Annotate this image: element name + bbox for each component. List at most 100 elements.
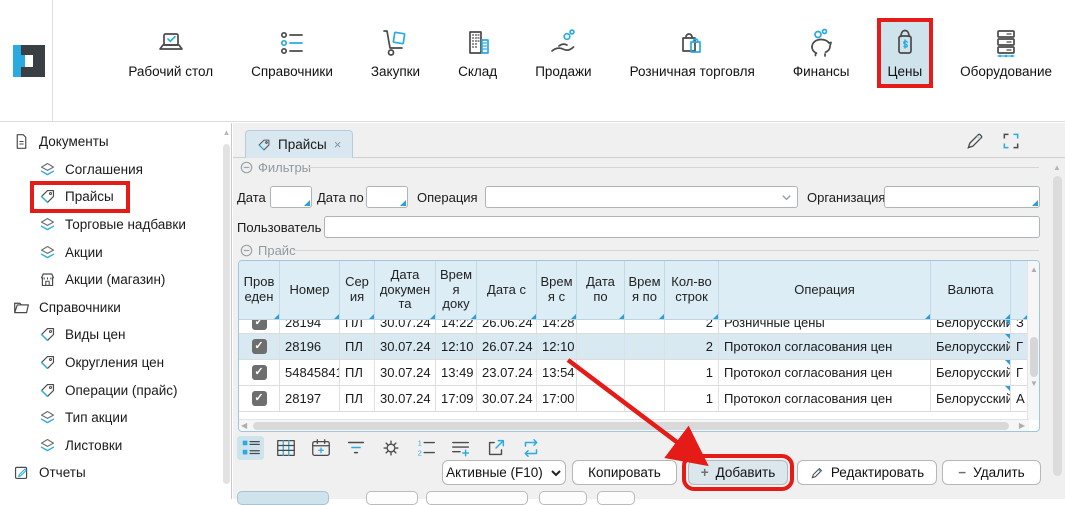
clipped-button[interactable] — [426, 491, 528, 505]
layers-icon — [38, 243, 56, 261]
sidebar-item-12[interactable]: Листовки — [0, 432, 231, 460]
copy-button[interactable]: Копировать — [572, 460, 677, 485]
table-cell: 30.07.24 — [477, 386, 537, 411]
table-row-2[interactable]: ✓28196ПЛ30.07.2412:1026.07.2412:102Прото… — [239, 334, 1029, 360]
button-label: Активные (F10) — [446, 465, 543, 480]
row-checkbox[interactable]: ✓ — [239, 334, 280, 359]
sidebar-item-2[interactable]: Соглашения — [0, 156, 231, 184]
table-row-4[interactable]: ✓28197ПЛ30.07.2417:0930.07.2417:001Прото… — [239, 386, 1029, 412]
organization-input[interactable] — [884, 186, 1040, 208]
sidebar-item-6[interactable]: Акции (магазин) — [0, 266, 231, 294]
operation-select[interactable] — [485, 186, 798, 208]
date-to-label: Дата по — [317, 190, 364, 205]
column-header[interactable]: Дата с — [477, 261, 537, 319]
table-vertical-scrollbar[interactable]: ▲ ▼ — [1027, 261, 1039, 420]
nav-item-4[interactable]: Склад — [451, 22, 504, 84]
column-header[interactable]: Кол-во строк — [665, 261, 719, 319]
column-header[interactable]: Время по — [625, 261, 665, 319]
reports-icon — [12, 464, 30, 482]
sidebar-item-7[interactable]: Справочники — [0, 294, 231, 322]
collapse-icon[interactable] — [240, 244, 253, 257]
clipped-button[interactable] — [539, 491, 587, 505]
delete-button[interactable]: − Удалить — [942, 460, 1041, 485]
detail-view-icon[interactable] — [237, 436, 264, 460]
refresh-icon[interactable] — [517, 436, 544, 460]
sidebar-item-8[interactable]: Виды цен — [0, 321, 231, 349]
nav-item-1[interactable]: Рабочий стол — [121, 22, 220, 84]
numbered-list-icon[interactable]: 12 — [412, 436, 439, 460]
table-horizontal-scrollbar[interactable]: ◀ ▶ — [239, 419, 1029, 431]
sidebar-item-13[interactable]: Отчеты — [0, 459, 231, 487]
nav-item-6[interactable]: Розничная торговля — [623, 22, 762, 84]
column-header[interactable]: Номер — [280, 261, 340, 319]
row-checkbox[interactable]: ✓ — [239, 386, 280, 411]
grid-view-icon[interactable] — [272, 436, 299, 460]
calendar-view-icon[interactable] — [307, 436, 334, 460]
user-input[interactable] — [324, 216, 1040, 238]
scrollbar-thumb[interactable] — [223, 144, 230, 484]
nav-item-8[interactable]: Цены — [881, 22, 930, 84]
date-to-input[interactable] — [366, 186, 408, 208]
table-row-3[interactable]: ✓54845841ПЛ30.07.2413:4923.07.2413:541Пр… — [239, 360, 1029, 386]
table-row-1[interactable]: ✓28194ПЛ30.07.2414:2226.06.2414:282Розни… — [239, 320, 1029, 334]
sidebar-item-9[interactable]: Округления цен — [0, 349, 231, 377]
column-header[interactable]: Валюта — [931, 261, 1011, 319]
scroll-down-icon[interactable]: ▼ — [1028, 379, 1040, 388]
sidebar-tree: Документы Соглашения Прайсы Торговые над… — [0, 123, 232, 499]
expand-icon[interactable] — [1001, 131, 1021, 151]
scroll-right-icon[interactable]: ▶ — [1019, 421, 1025, 430]
layers-icon — [38, 409, 56, 427]
edit-pencil-icon[interactable] — [965, 131, 985, 151]
edit-button[interactable]: Редактировать — [797, 460, 937, 485]
row-checkbox[interactable]: ✓ — [239, 320, 280, 333]
main-vertical-scrollbar[interactable]: ▲ — [1051, 163, 1063, 497]
scrollbar-thumb[interactable] — [253, 422, 1009, 430]
scroll-up-icon[interactable]: ▲ — [222, 128, 231, 138]
sidebar-item-3[interactable]: Прайсы — [0, 183, 231, 211]
clipped-button[interactable] — [237, 491, 329, 505]
sidebar-item-4[interactable]: Торговые надбавки — [0, 211, 231, 239]
clipped-button[interactable] — [366, 491, 418, 505]
scroll-up-icon[interactable]: ▲ — [1028, 265, 1040, 274]
tab-prices[interactable]: Прайсы × — [245, 130, 353, 158]
table-cell: 30.07.24 — [375, 360, 436, 385]
scroll-up-icon[interactable]: ▲ — [1051, 163, 1063, 172]
row-checkbox[interactable]: ✓ — [239, 360, 280, 385]
collapse-icon[interactable] — [240, 161, 253, 174]
nav-item-5[interactable]: Продажи — [528, 22, 598, 84]
clipped-button[interactable] — [597, 491, 635, 505]
column-header[interactable]: Операция — [719, 261, 931, 319]
date-from-input[interactable] — [270, 186, 312, 208]
tag-icon — [38, 188, 56, 206]
column-header[interactable]: Время с — [537, 261, 577, 319]
table-cell: 1 — [665, 386, 719, 411]
sidebar-item-11[interactable]: Тип акции — [0, 404, 231, 432]
scroll-left-icon[interactable]: ◀ — [241, 421, 247, 430]
tag-icon — [38, 381, 56, 399]
price-table: ПроведенНомерСерияДата документаВремя до… — [238, 260, 1040, 432]
nav-item-9[interactable]: Оборудование — [953, 22, 1059, 84]
topbar-divider — [52, 0, 53, 122]
table-cell: Белорусский — [931, 320, 1011, 333]
scrollbar-thumb[interactable] — [1030, 337, 1038, 377]
list-add-icon[interactable] — [447, 436, 474, 460]
column-header[interactable]: Дата документа — [375, 261, 436, 319]
settings-icon[interactable] — [377, 436, 404, 460]
column-header[interactable]: Дата по — [577, 261, 625, 319]
active-filter-button[interactable]: Активные (F10) — [442, 460, 566, 485]
filter-icon[interactable] — [342, 436, 369, 460]
nav-item-7[interactable]: Финансы — [786, 22, 857, 84]
add-button[interactable]: + Добавить — [688, 460, 788, 485]
tab-close-icon[interactable]: × — [334, 137, 342, 152]
scrollbar-thumb[interactable] — [1053, 176, 1062, 476]
sidebar-item-5[interactable]: Акции — [0, 238, 231, 266]
sidebar-scrollbar[interactable]: ▲ — [222, 128, 231, 494]
nav-item-3[interactable]: Закупки — [364, 22, 427, 84]
column-header[interactable]: Серия — [340, 261, 375, 319]
sidebar-item-1[interactable]: Документы — [0, 128, 231, 156]
sidebar-item-10[interactable]: Операции (прайс) — [0, 376, 231, 404]
open-external-icon[interactable] — [482, 436, 509, 460]
column-header[interactable]: Время доку — [436, 261, 477, 319]
nav-item-2[interactable]: Справочники — [244, 22, 340, 84]
column-header[interactable]: Проведен — [239, 261, 280, 319]
